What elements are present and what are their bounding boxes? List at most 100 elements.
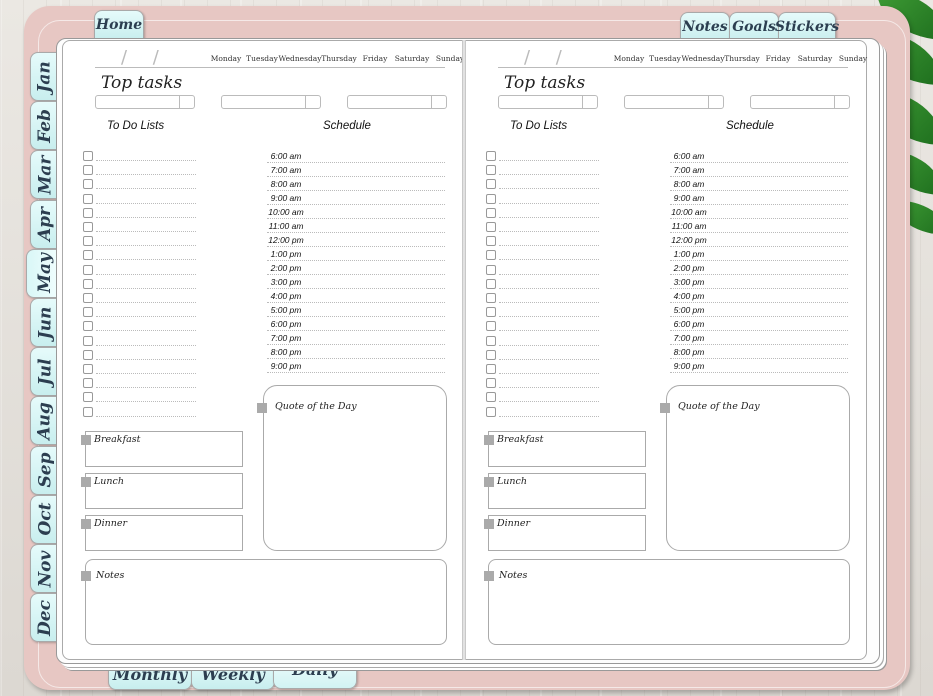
todo-checkbox[interactable]: [486, 264, 496, 275]
header-rule: [498, 67, 848, 68]
todo-checkbox[interactable]: [83, 222, 93, 232]
notes-box[interactable]: [85, 559, 447, 645]
todo-checkbox[interactable]: [486, 278, 496, 289]
todo-checkbox[interactable]: [486, 392, 496, 403]
tab-month-oct[interactable]: Oct: [30, 494, 59, 544]
todo-checkbox[interactable]: [486, 293, 496, 303]
todo-line: [96, 160, 196, 161]
tab-month-feb[interactable]: Feb: [30, 101, 59, 151]
todo-checkbox[interactable]: [486, 165, 496, 176]
tab-label: Weekly: [201, 664, 265, 684]
todo-checkbox[interactable]: [486, 335, 496, 346]
todo-checkbox[interactable]: [83, 378, 93, 389]
tab-month-aug[interactable]: Aug: [30, 396, 59, 446]
todo-line: [499, 188, 599, 190]
schedule-time: 4:00 pm: [673, 291, 705, 301]
todo-checkbox[interactable]: [486, 193, 496, 204]
todo-checkbox[interactable]: [486, 179, 496, 190]
todo-line: [499, 287, 599, 289]
notes-box[interactable]: [488, 559, 850, 645]
tab-month-mar[interactable]: Mar: [30, 150, 59, 200]
schedule-time: 6:00 pm: [270, 319, 302, 329]
book-spine: [462, 40, 466, 660]
tab-home[interactable]: Home: [94, 10, 144, 39]
schedule-line: [670, 232, 848, 233]
day-monday: Monday: [613, 54, 645, 63]
todo-line: [96, 188, 196, 190]
todo-checkbox[interactable]: [83, 165, 93, 176]
day-friday: Friday: [765, 54, 791, 63]
todo-checkbox[interactable]: [83, 236, 93, 247]
todo-checkbox[interactable]: [83, 250, 93, 261]
top-task-field-2[interactable]: [221, 95, 321, 109]
tab-notes[interactable]: Notes: [680, 12, 730, 41]
schedule-line: [267, 274, 445, 275]
tab-month-nov[interactable]: Nov: [30, 544, 59, 593]
todo-checkbox[interactable]: [83, 278, 93, 289]
todo-checkbox[interactable]: [83, 151, 93, 161]
todo-checkbox[interactable]: [83, 193, 93, 204]
tab-month-jul[interactable]: Jul: [30, 347, 59, 397]
tab-goals[interactable]: Goals: [729, 12, 779, 41]
todo-checkbox[interactable]: [83, 293, 93, 303]
schedule-line: [670, 358, 848, 359]
todo-checkbox[interactable]: [486, 406, 496, 417]
top-task-field-divider: [582, 96, 583, 108]
todo-checkbox[interactable]: [486, 236, 496, 247]
todo-checkbox[interactable]: [83, 335, 93, 346]
top-task-field-1[interactable]: [95, 95, 195, 109]
schedule-time: 12:00 pm: [671, 235, 707, 245]
todo-checkbox[interactable]: [83, 406, 93, 417]
top-task-field-2[interactable]: [624, 95, 724, 109]
todo-line: [499, 259, 599, 261]
tab-month-label: Feb: [35, 108, 55, 143]
date-slashes: / /: [524, 47, 572, 68]
todo-line: [499, 231, 599, 232]
todo-checkbox[interactable]: [486, 378, 496, 389]
tab-month-jan[interactable]: Jan: [30, 52, 59, 101]
top-task-field-3[interactable]: [347, 95, 447, 109]
todo-checkbox[interactable]: [83, 179, 93, 190]
todo-checkbox[interactable]: [486, 207, 496, 218]
todo-checkbox[interactable]: [486, 151, 496, 161]
todo-checkbox[interactable]: [83, 307, 93, 318]
schedule-time: 8:00 am: [270, 179, 302, 189]
tab-month-label: Mar: [35, 155, 56, 195]
todo-checkbox[interactable]: [486, 349, 496, 360]
day-tuesday: Tuesday: [649, 54, 681, 63]
schedule-time: 6:00 pm: [673, 319, 705, 329]
schedule-time: 2:00 pm: [270, 263, 302, 273]
meal-label: Breakfast: [94, 434, 141, 445]
tab-month-sep[interactable]: Sep: [30, 445, 59, 495]
schedule-time: 9:00 am: [270, 193, 302, 203]
tab-month-jun[interactable]: Jun: [30, 298, 59, 347]
todo-line: [499, 216, 599, 218]
top-task-field-3[interactable]: [750, 95, 850, 109]
tab-month-label: Dec: [35, 599, 56, 636]
tab-stickers-label: Stickers: [774, 19, 840, 35]
schedule-time: 2:00 pm: [673, 263, 705, 273]
top-task-field-1[interactable]: [498, 95, 598, 109]
todo-checkbox[interactable]: [83, 321, 93, 332]
todo-checkbox[interactable]: [83, 392, 93, 403]
todo-checkbox[interactable]: [486, 364, 496, 374]
header-rule: [95, 67, 445, 68]
tab-month-dec[interactable]: Dec: [30, 593, 59, 643]
todo-checkbox[interactable]: [486, 307, 496, 318]
tab-month-apr[interactable]: Apr: [30, 199, 59, 249]
tab-month-label: Jun: [35, 306, 56, 339]
todo-checkbox[interactable]: [486, 321, 496, 332]
todo-checkbox[interactable]: [486, 222, 496, 232]
todo-line: [499, 273, 599, 275]
todo-checkbox[interactable]: [83, 364, 93, 374]
tab-stickers[interactable]: Stickers: [774, 12, 840, 41]
schedule-line: [670, 274, 848, 275]
todo-line: [499, 401, 599, 403]
todo-checkbox[interactable]: [83, 264, 93, 275]
todo-checkbox[interactable]: [83, 207, 93, 218]
quote-label: Quote of the Day: [678, 401, 760, 412]
day-wednesday: Wednesday: [681, 54, 725, 63]
todo-checkbox[interactable]: [83, 349, 93, 360]
todo-checkbox[interactable]: [486, 250, 496, 261]
tab-month-label: Jan: [35, 60, 56, 93]
